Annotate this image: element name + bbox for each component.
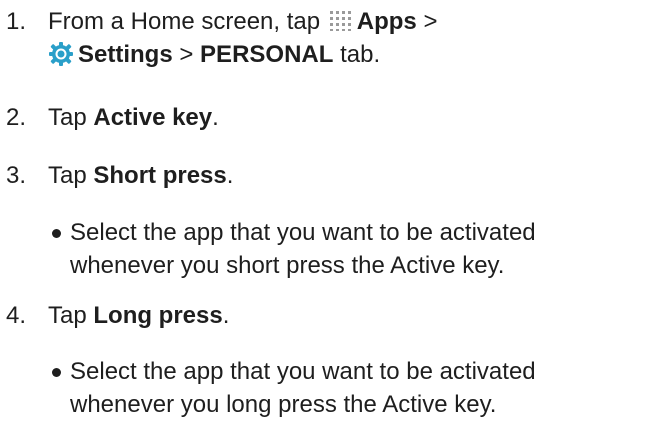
step-text: Tap Long press. [48, 300, 636, 332]
apps-label: Apps [356, 8, 417, 35]
bullet-line-2: whenever you long press the Active key. [70, 391, 497, 418]
bullet-line-1: Select the app that you want to be activ… [70, 219, 536, 246]
step-text: From a Home screen, tap Apps > Settings … [48, 6, 636, 72]
step-verb: Tap [48, 302, 87, 329]
step-number: 3. [6, 162, 27, 189]
settings-label: Settings [78, 41, 173, 68]
active-key-label: Active key [93, 104, 213, 131]
step-3-bullet: Select the app that you want to be activ… [48, 217, 636, 283]
short-press-label: Short press [93, 162, 227, 189]
step-text: Tap Short press. [48, 160, 636, 192]
bullet-dot [48, 356, 70, 388]
step-1: 1. From a Home screen, tap Apps > Settin… [6, 6, 636, 72]
step-verb: Tap [48, 104, 87, 131]
step-4-bullet: Select the app that you want to be activ… [48, 356, 636, 422]
step-1-line-1: From a Home screen, tap Apps > [48, 6, 636, 39]
step-period: . [222, 302, 230, 329]
bullet-line-2: whenever you short press the Active key. [70, 252, 505, 279]
step-text: Tap Active key. [48, 102, 636, 134]
step-number: 4. [6, 302, 27, 329]
step-number: 1. [6, 8, 27, 35]
step-number: 2. [6, 104, 27, 131]
bullet-text: Select the app that you want to be activ… [70, 356, 636, 422]
instruction-document: 1. From a Home screen, tap Apps > Settin… [0, 0, 646, 430]
apps-grid-icon [329, 9, 355, 31]
step-period: . [226, 162, 234, 189]
separator: > [179, 41, 194, 68]
bullet-line-1: Select the app that you want to be activ… [70, 358, 536, 385]
step-4: 4. Tap Long press. [6, 300, 636, 332]
step-2: 2. Tap Active key. [6, 102, 636, 134]
step-1-line-2: Settings > PERSONAL tab. [48, 39, 636, 72]
step-verb: Tap [48, 162, 87, 189]
step-1-intro: From a Home screen, tap [48, 8, 321, 35]
personal-tab-label: PERSONAL [200, 41, 334, 68]
step-period: . [212, 104, 219, 131]
step-1-outro: tab. [340, 41, 381, 68]
step-3: 3. Tap Short press. [6, 160, 636, 192]
settings-gear-icon [48, 41, 74, 67]
bullet-dot [48, 217, 70, 249]
long-press-label: Long press [93, 302, 223, 329]
separator: > [423, 8, 438, 35]
bullet-text: Select the app that you want to be activ… [70, 217, 636, 283]
